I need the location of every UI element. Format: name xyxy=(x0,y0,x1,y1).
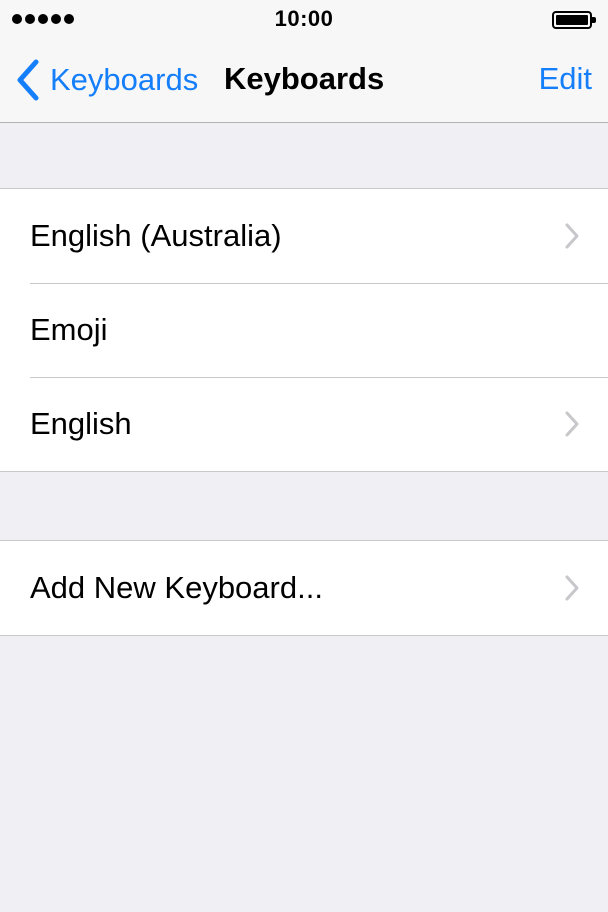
back-button[interactable]: Keyboards xyxy=(12,57,198,103)
status-bar: 10:00 xyxy=(0,0,608,40)
keyboard-row-emoji[interactable]: Emoji xyxy=(0,283,608,377)
chevron-left-icon xyxy=(17,59,39,101)
chevron-right-icon xyxy=(565,223,579,249)
add-new-keyboard-label: Add New Keyboard... xyxy=(30,570,323,605)
battery-icon xyxy=(552,11,596,29)
keyboard-row-english[interactable]: English xyxy=(0,377,608,471)
battery-cap xyxy=(592,17,596,23)
page-title: Keyboards xyxy=(224,61,385,96)
keyboards-list: English (Australia) Emoji English xyxy=(0,188,608,472)
back-button-label: Keyboards xyxy=(50,62,199,97)
keyboard-row-label: English (Australia) xyxy=(30,218,282,253)
add-new-keyboard-row[interactable]: Add New Keyboard... xyxy=(0,541,608,635)
keyboard-row-label: Emoji xyxy=(30,312,108,347)
add-keyboard-group: Add New Keyboard... xyxy=(0,540,608,636)
chevron-right-icon xyxy=(565,575,579,601)
keyboard-row-english-australia[interactable]: English (Australia) xyxy=(0,189,608,283)
edit-button[interactable]: Edit xyxy=(539,61,592,97)
keyboard-row-label: English xyxy=(30,406,132,441)
battery-body xyxy=(552,11,592,29)
navigation-bar: Keyboards Keyboards Edit xyxy=(0,40,608,123)
chevron-right-icon xyxy=(565,411,579,437)
status-time: 10:00 xyxy=(274,6,334,31)
battery-fill xyxy=(556,15,588,25)
